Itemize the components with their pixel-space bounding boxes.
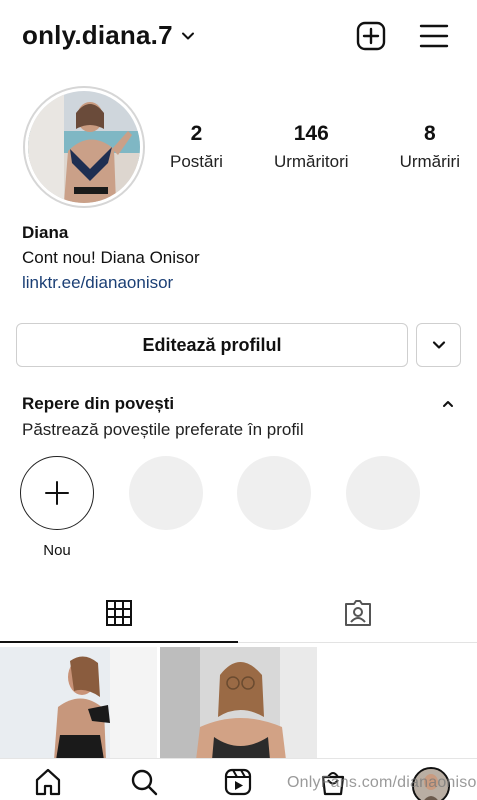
grid-icon (106, 600, 132, 626)
following-count: 8 (423, 122, 436, 145)
bio-text: Cont nou! Diana Onisor (22, 248, 200, 267)
post-thumbnail[interactable] (160, 647, 317, 760)
highlights-title: Repere din povești (22, 394, 175, 413)
chevron-up-icon[interactable] (440, 396, 456, 412)
tab-tagged[interactable] (238, 590, 477, 636)
posts-label: Postări (170, 152, 223, 171)
highlight-placeholder (237, 456, 311, 530)
account-switcher[interactable]: only.diana.7 (22, 20, 195, 51)
hamburger-menu-icon[interactable] (419, 23, 449, 49)
menu-button[interactable] (418, 20, 450, 52)
active-tab-indicator (0, 641, 238, 643)
avatar-photo (28, 91, 140, 203)
new-highlight-label: Nou (43, 542, 71, 559)
tagged-person-icon (344, 600, 371, 626)
following-stat[interactable]: 8 Urmăriri (400, 122, 460, 172)
profile-header: only.diana.7 (0, 0, 477, 76)
chevron-down-icon[interactable] (431, 337, 447, 353)
watermark-text: OnlyFans.com/dianaonisor7 (287, 774, 477, 791)
highlights-subtitle: Păstrează poveștile preferate în profil (22, 420, 304, 439)
new-post-button[interactable] (355, 20, 387, 52)
search-icon (131, 769, 158, 796)
reels-icon (224, 768, 252, 796)
nav-reels[interactable] (221, 765, 255, 799)
edit-profile-button[interactable]: Editează profilul (16, 323, 408, 367)
nav-search[interactable] (127, 765, 161, 799)
highlight-placeholder (346, 456, 420, 530)
discover-people-button[interactable] (416, 323, 461, 367)
posts-count: 2 (190, 122, 203, 145)
display-name: Diana (22, 223, 69, 242)
username[interactable]: only.diana.7 (22, 20, 173, 51)
bio-link[interactable]: linktr.ee/dianaonisor (22, 270, 200, 295)
highlight-placeholder (129, 456, 203, 530)
tab-posts-grid[interactable] (0, 590, 238, 636)
plus-icon (45, 481, 69, 505)
posts-stat[interactable]: 2 Postări (170, 122, 223, 172)
followers-count: 146 (293, 122, 329, 145)
following-label: Urmăriri (399, 152, 460, 171)
new-highlight-button[interactable] (20, 456, 94, 530)
followers-label: Urmăritori (273, 152, 349, 171)
profile-stats: 2 Postări 146 Urmăritori 8 Urmăriri (170, 122, 460, 172)
nav-home[interactable] (31, 765, 65, 799)
home-icon (35, 768, 61, 796)
profile-avatar[interactable] (23, 86, 145, 208)
chevron-down-icon[interactable] (181, 29, 195, 43)
post-thumbnail[interactable] (0, 647, 157, 760)
plus-square-icon[interactable] (356, 21, 386, 51)
profile-bio: Diana Cont nou! Diana Onisor linktr.ee/d… (22, 220, 200, 295)
followers-stat[interactable]: 146 Urmăritori (274, 122, 349, 172)
